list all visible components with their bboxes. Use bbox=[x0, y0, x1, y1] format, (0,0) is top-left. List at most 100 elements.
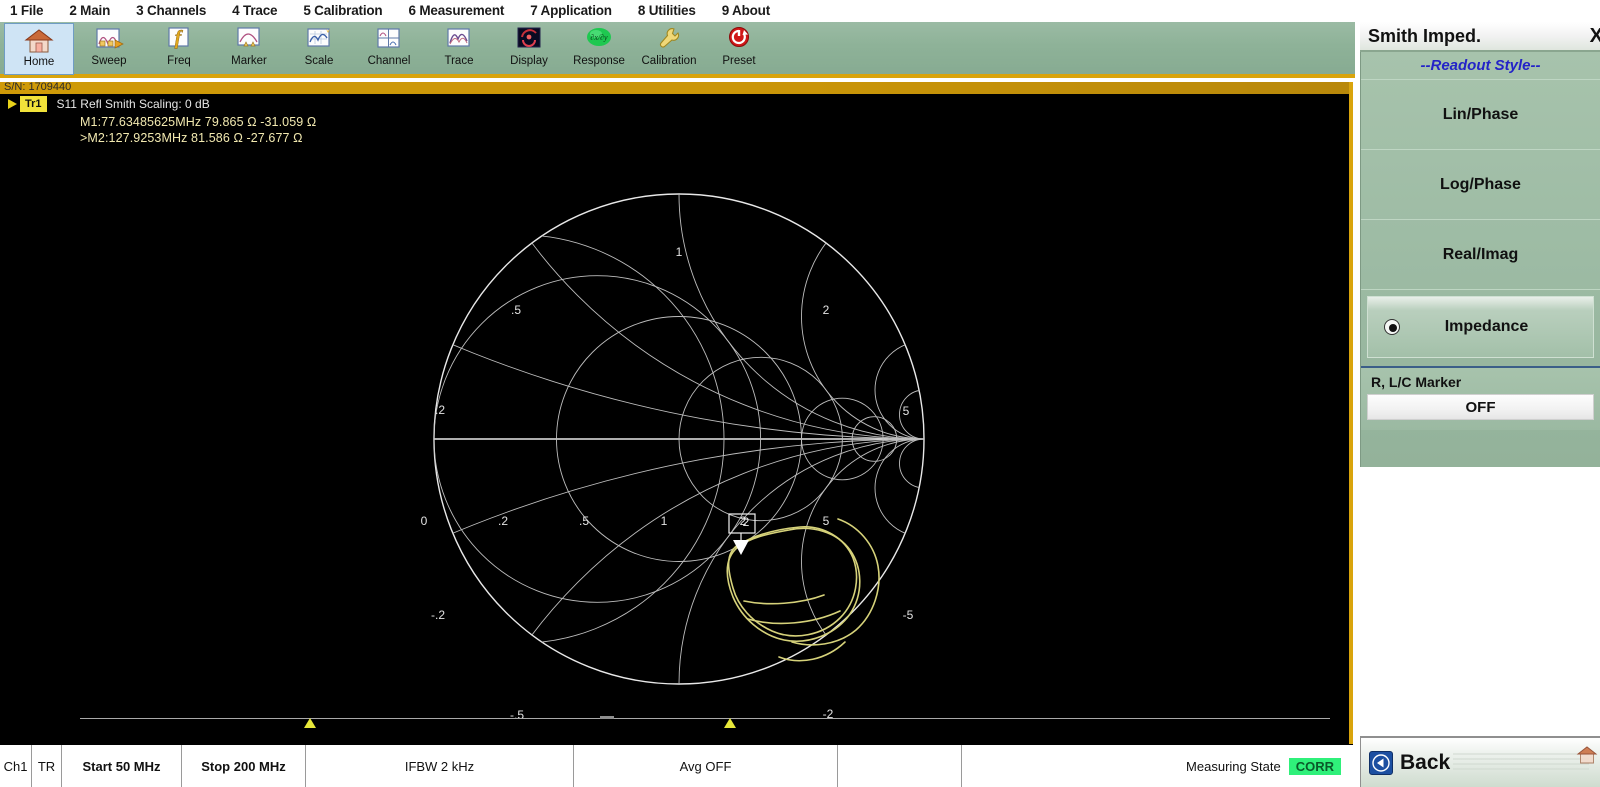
svg-text:1: 1 bbox=[661, 514, 668, 528]
svg-text:0: 0 bbox=[421, 514, 428, 528]
toolbar-button-home[interactable]: Home bbox=[4, 23, 74, 75]
scale-icon bbox=[304, 26, 334, 54]
menu-item-channels[interactable]: 3 Channels bbox=[130, 0, 212, 22]
menu-item-utilities[interactable]: 8 Utilities bbox=[632, 0, 702, 22]
sidebar-item-log-phase[interactable]: Log/Phase bbox=[1361, 150, 1600, 220]
status-average[interactable]: Avg OFF bbox=[574, 745, 838, 787]
svg-text:.2: .2 bbox=[435, 403, 445, 417]
chart-panel[interactable]: S/N: 1709440 Tr1 S11 Refl Smith Scaling:… bbox=[0, 82, 1353, 744]
svg-text:-.2: -.2 bbox=[431, 608, 445, 622]
toolbar-button-preset[interactable]: Preset bbox=[704, 23, 774, 75]
svg-text:-5: -5 bbox=[903, 608, 914, 622]
sweep-icon bbox=[94, 26, 124, 54]
display-icon bbox=[514, 26, 544, 54]
radio-selected-icon bbox=[1384, 319, 1400, 335]
close-icon[interactable]: X bbox=[1590, 25, 1600, 48]
menu-item-application[interactable]: 7 Application bbox=[524, 0, 618, 22]
sweep-axis-line bbox=[80, 718, 1330, 719]
sidebar-empty-area bbox=[1360, 467, 1600, 737]
smith-chart-svg: 1 .5 .2 2 5 0 .2 .5 1 2 5 -.2 -.5 -1 -2 … bbox=[421, 193, 925, 722]
status-stop[interactable]: Stop 200 MHz bbox=[182, 745, 306, 787]
home-small-icon[interactable] bbox=[1576, 744, 1598, 766]
sidebar-header: Smith Imped. X bbox=[1360, 22, 1600, 52]
status-ifbw[interactable]: IFBW 2 kHz bbox=[306, 745, 574, 787]
toolbar-button-channel[interactable]: Channel bbox=[354, 23, 424, 75]
smith-grid-labels: 1 .5 .2 2 5 0 .2 .5 1 2 5 -.2 -.5 -1 -2 … bbox=[421, 245, 914, 722]
toolbar-label-calibration: Calibration bbox=[641, 55, 697, 67]
response-icon: ∂x/∂y bbox=[584, 26, 614, 54]
svg-text:1: 1 bbox=[676, 245, 683, 259]
status-bar: Ch1 TR Start 50 MHz Stop 200 MHz IFBW 2 … bbox=[0, 744, 1353, 787]
sidebar-item-real-imag[interactable]: Real/Imag bbox=[1361, 220, 1600, 290]
back-label: Back bbox=[1400, 750, 1451, 774]
wrench-icon bbox=[654, 26, 684, 54]
toolbar: Home Sweep f Freq Marker Scale Channel T… bbox=[0, 22, 1355, 78]
status-empty-1[interactable] bbox=[838, 745, 962, 787]
sweep-marker-m2[interactable] bbox=[724, 718, 736, 728]
svg-text:2: 2 bbox=[823, 303, 830, 317]
softkey-sidebar: Smith Imped. X --Readout Style-- Lin/Pha… bbox=[1360, 22, 1600, 765]
status-trigger[interactable]: TR bbox=[32, 745, 62, 787]
toolbar-button-trace[interactable]: Trace bbox=[424, 23, 494, 75]
sidebar-group-title: R, L/C Marker bbox=[1371, 374, 1462, 390]
toolbar-button-calibration[interactable]: Calibration bbox=[634, 23, 704, 75]
svg-text:.2: .2 bbox=[498, 514, 508, 528]
sidebar-section-readout-style: --Readout Style-- bbox=[1361, 52, 1600, 80]
toolbar-button-response[interactable]: ∂x/∂y Response bbox=[564, 23, 634, 75]
svg-text:5: 5 bbox=[903, 404, 910, 418]
sidebar-item-impedance[interactable]: Impedance bbox=[1367, 296, 1594, 358]
marker-box-label: 2 bbox=[743, 515, 750, 529]
toolbar-label-scale: Scale bbox=[304, 55, 334, 67]
toolbar-label-home: Home bbox=[23, 56, 55, 68]
svg-text:.5: .5 bbox=[579, 514, 589, 528]
status-measuring-label: Measuring State bbox=[1186, 758, 1281, 774]
menu-item-measurement[interactable]: 6 Measurement bbox=[402, 0, 510, 22]
menu-item-main[interactable]: 2 Main bbox=[63, 0, 116, 22]
status-measuring-cell: Measuring State CORR bbox=[962, 745, 1353, 787]
sweep-marker-m1[interactable] bbox=[304, 718, 316, 728]
toolbar-label-marker: Marker bbox=[231, 55, 267, 67]
toolbar-button-scale[interactable]: Scale bbox=[284, 23, 354, 75]
back-decor-strip bbox=[1453, 750, 1589, 776]
menu-item-file[interactable]: 1 File bbox=[4, 0, 49, 22]
sidebar-title: Smith Imped. bbox=[1368, 25, 1482, 46]
sweep-center-tick bbox=[600, 716, 614, 719]
toolbar-button-freq[interactable]: f Freq bbox=[144, 23, 214, 75]
toolbar-button-display[interactable]: Display bbox=[494, 23, 564, 75]
toolbar-button-sweep[interactable]: Sweep bbox=[74, 23, 144, 75]
toolbar-label-preset: Preset bbox=[722, 55, 756, 67]
toolbar-label-response: Response bbox=[573, 55, 625, 67]
svg-text:-.5: -.5 bbox=[510, 708, 524, 722]
svg-text:.5: .5 bbox=[511, 303, 521, 317]
house-icon bbox=[24, 27, 54, 55]
sidebar-body: --Readout Style-- Lin/Phase Log/Phase Re… bbox=[1360, 52, 1600, 467]
menu-item-calibration[interactable]: 5 Calibration bbox=[297, 0, 388, 22]
menu-item-trace[interactable]: 4 Trace bbox=[226, 0, 283, 22]
status-start[interactable]: Start 50 MHz bbox=[62, 745, 182, 787]
toolbar-label-trace: Trace bbox=[444, 55, 474, 67]
status-corr-badge: CORR bbox=[1288, 757, 1341, 775]
back-button[interactable]: Back bbox=[1360, 736, 1600, 787]
vna-application-window: 1 File 2 Main 3 Channels 4 Trace 5 Calib… bbox=[0, 0, 1600, 787]
marker-icon bbox=[234, 26, 264, 54]
sidebar-item-lin-phase[interactable]: Lin/Phase bbox=[1361, 80, 1600, 150]
back-arrow-icon bbox=[1369, 750, 1393, 775]
toolbar-label-display: Display bbox=[510, 55, 548, 67]
smith-chart[interactable]: 1 .5 .2 2 5 0 .2 .5 1 2 5 -.2 -.5 -1 -2 … bbox=[0, 82, 1349, 744]
frequency-icon: f bbox=[164, 26, 194, 54]
sidebar-group-rlc-marker: R, L/C Marker OFF bbox=[1361, 366, 1600, 430]
status-channel[interactable]: Ch1 bbox=[0, 745, 32, 787]
rlc-marker-value[interactable]: OFF bbox=[1367, 394, 1594, 420]
sidebar-item-impedance-label: Impedance bbox=[1444, 318, 1529, 335]
channel-grid-icon bbox=[374, 26, 404, 54]
trace-icon bbox=[444, 26, 474, 54]
toolbar-label-channel: Channel bbox=[367, 55, 411, 67]
menu-item-about[interactable]: 9 About bbox=[716, 0, 776, 22]
toolbar-button-marker[interactable]: Marker bbox=[214, 23, 284, 75]
toolbar-label-freq: Freq bbox=[167, 55, 191, 67]
preset-power-icon bbox=[724, 26, 754, 54]
toolbar-label-sweep: Sweep bbox=[91, 55, 127, 67]
svg-text:∂x/∂y: ∂x/∂y bbox=[590, 33, 608, 42]
menu-bar: 1 File 2 Main 3 Channels 4 Trace 5 Calib… bbox=[0, 0, 1600, 22]
svg-text:5: 5 bbox=[823, 514, 830, 528]
